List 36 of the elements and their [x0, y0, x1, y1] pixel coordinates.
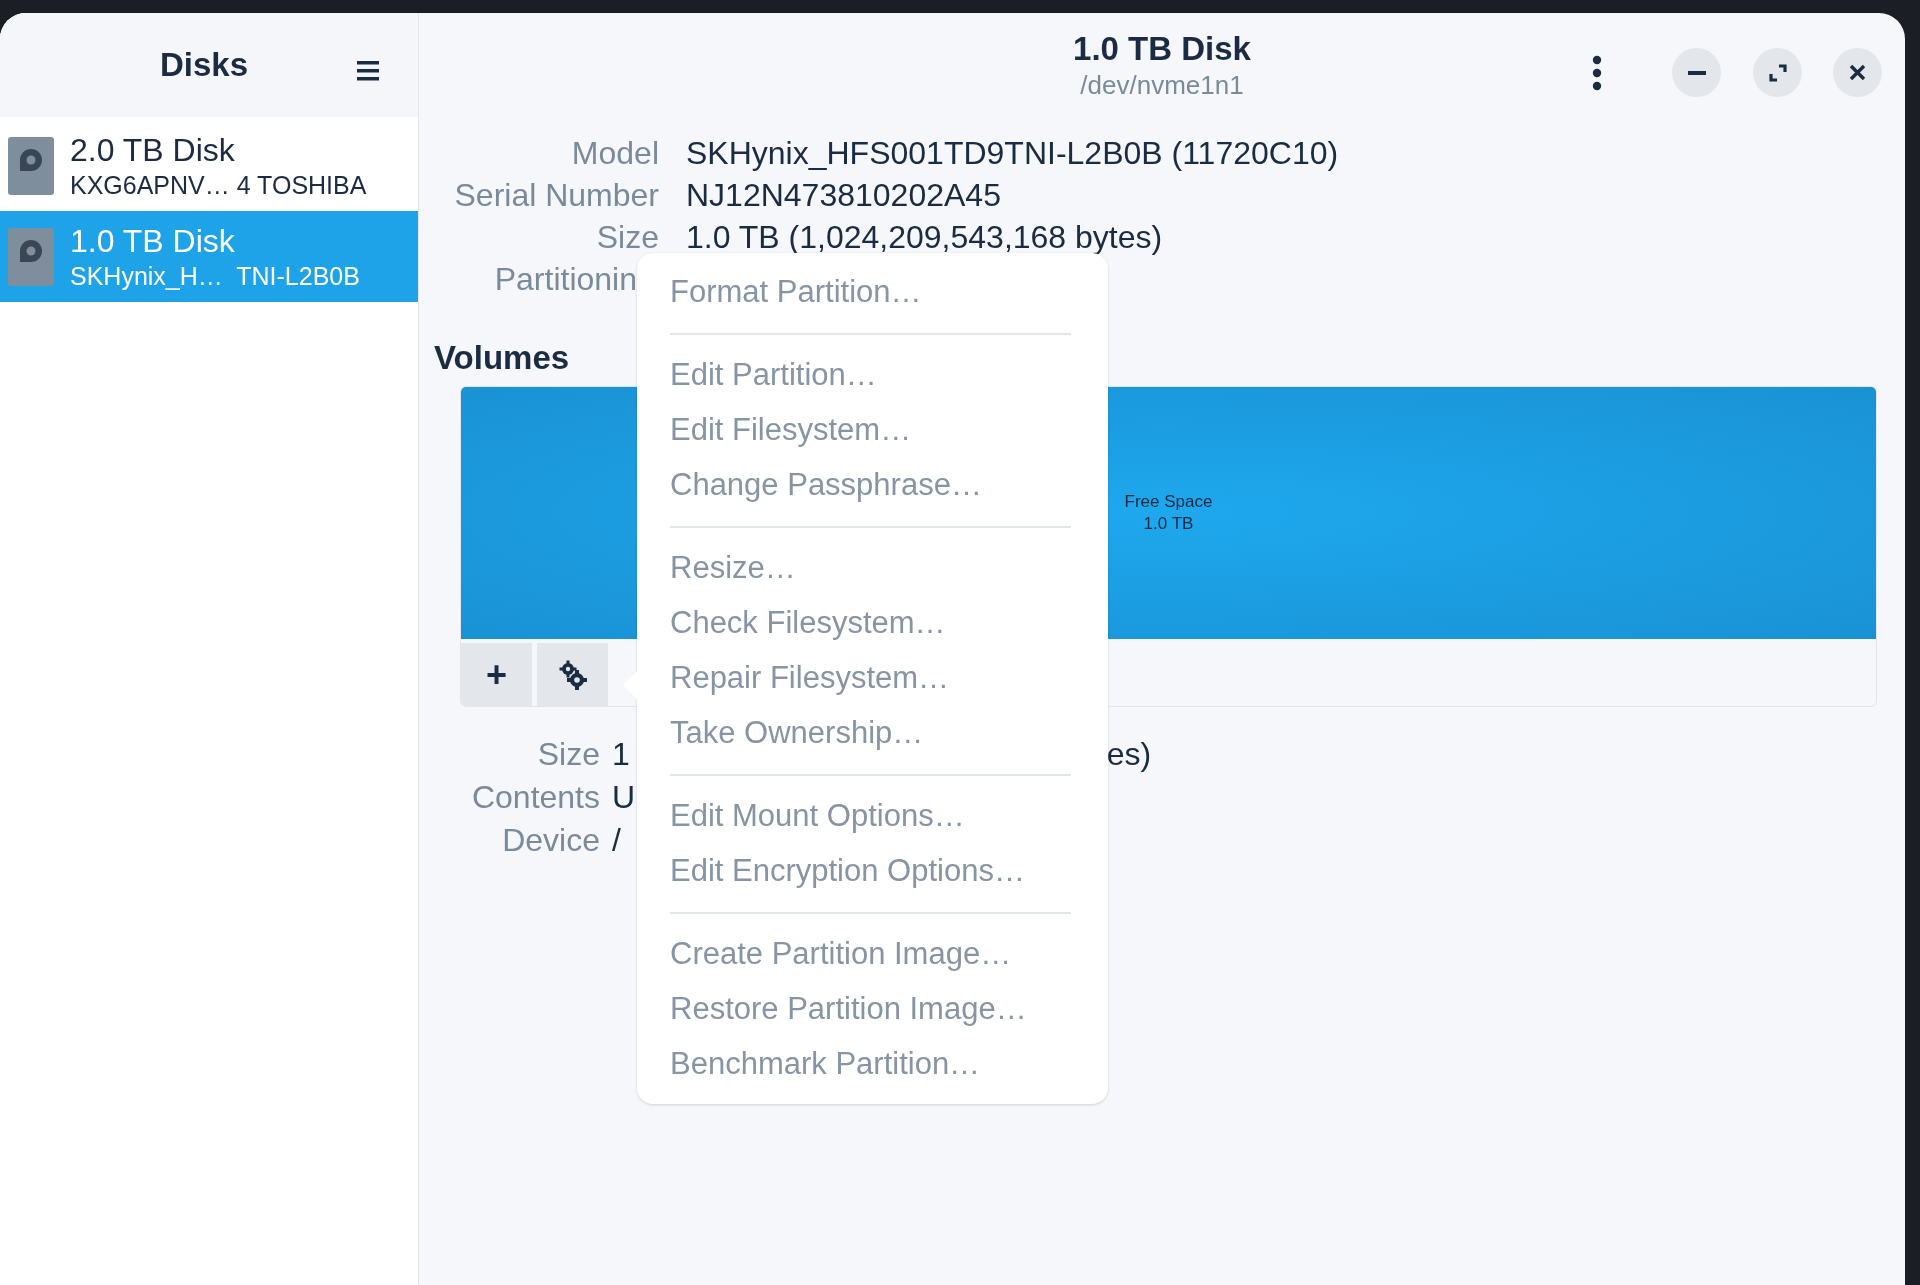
field-value: 1 [612, 735, 630, 774]
field-value: es) [1106, 735, 1152, 774]
minimize-icon [1687, 70, 1706, 75]
menu-icon[interactable] [357, 61, 379, 81]
kebab-menu-icon[interactable] [1592, 55, 1602, 91]
field-value: SKHynix_HFS001TD9TNI-L2B0B (11720C10) [686, 134, 1340, 173]
section-heading: Volumes [434, 338, 570, 378]
sidebar-title: Disks [160, 45, 249, 86]
add-button[interactable]: + [461, 643, 532, 706]
field-label: Size [536, 735, 600, 774]
field-label: Model [570, 134, 659, 173]
field-label: Contents [470, 778, 600, 817]
field-value: NJ12N473810202A45 [686, 176, 1002, 215]
disk-name: 2.0 TB Disk [70, 130, 236, 169]
disk-model: KXG6APNV… 4 TOSHIBA [70, 169, 367, 201]
gears-icon [558, 659, 587, 690]
close-icon [1849, 64, 1866, 81]
maximize-icon [1767, 62, 1788, 83]
maximize-button[interactable] [1753, 48, 1802, 97]
window-subtitle: /dev/nvme1n1 [1080, 69, 1244, 101]
field-value: / [612, 821, 621, 860]
settings-button[interactable] [537, 643, 608, 706]
segment-size: 1.0 TB [1143, 513, 1194, 535]
close-button[interactable] [1833, 48, 1882, 97]
field-label: Size [595, 218, 659, 257]
field-label: Device [501, 821, 600, 860]
minimize-button[interactable] [1672, 48, 1721, 97]
field-value: 1.0 TB (1,024,209,543,168 bytes) [686, 218, 1164, 257]
disk-list-item[interactable]: 1.0 TB Disk SKHynix_H… TNI-L2B0B [0, 211, 418, 302]
disk-model: SKHynix_H… TNI-L2B0B [70, 260, 360, 292]
field-label: Partitionin [493, 260, 638, 299]
window-title: 1.0 TB Disk [1073, 29, 1251, 69]
disk-name: 1.0 TB Disk [70, 221, 236, 260]
field-label: Serial Number [453, 176, 659, 215]
field-value: U [612, 778, 636, 817]
segment-label: Free Space [1124, 491, 1213, 513]
